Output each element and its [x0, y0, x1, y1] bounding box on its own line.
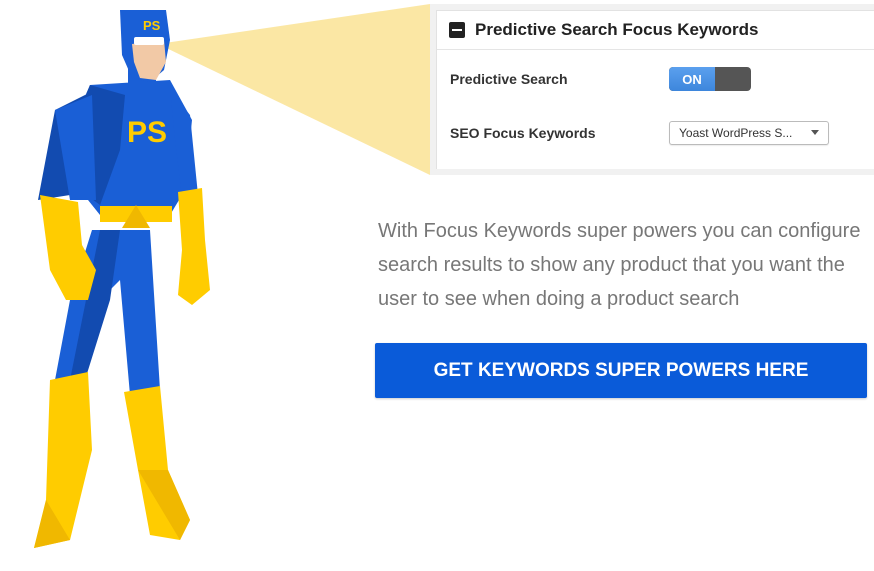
panel-header[interactable]: Predictive Search Focus Keywords: [437, 11, 874, 50]
predictive-search-row: Predictive Search ON: [450, 67, 751, 91]
page: PS PS Predictive Search Focus Keywords P…: [0, 0, 874, 571]
predictive-search-toggle[interactable]: ON: [669, 67, 751, 91]
select-value: Yoast WordPress S...: [679, 126, 793, 140]
vision-beam: [158, 4, 430, 175]
panel-title: Predictive Search Focus Keywords: [475, 20, 759, 39]
collapse-icon[interactable]: [449, 22, 465, 38]
settings-panel: Predictive Search Focus Keywords Predict…: [436, 10, 874, 169]
seo-keywords-label: SEO Focus Keywords: [450, 125, 596, 141]
chest-logo: PS: [127, 116, 167, 149]
description-text: With Focus Keywords super powers you can…: [378, 220, 861, 310]
get-keywords-button[interactable]: GET KEYWORDS SUPER POWERS HERE: [375, 343, 867, 398]
seo-keywords-row: SEO Focus Keywords Yoast WordPress S...: [450, 121, 829, 145]
chevron-down-icon: [811, 130, 819, 135]
toggle-on-label: ON: [669, 67, 715, 91]
mask-logo: PS: [143, 18, 161, 33]
predictive-search-label: Predictive Search: [450, 71, 568, 87]
seo-keywords-select[interactable]: Yoast WordPress S...: [669, 121, 829, 145]
